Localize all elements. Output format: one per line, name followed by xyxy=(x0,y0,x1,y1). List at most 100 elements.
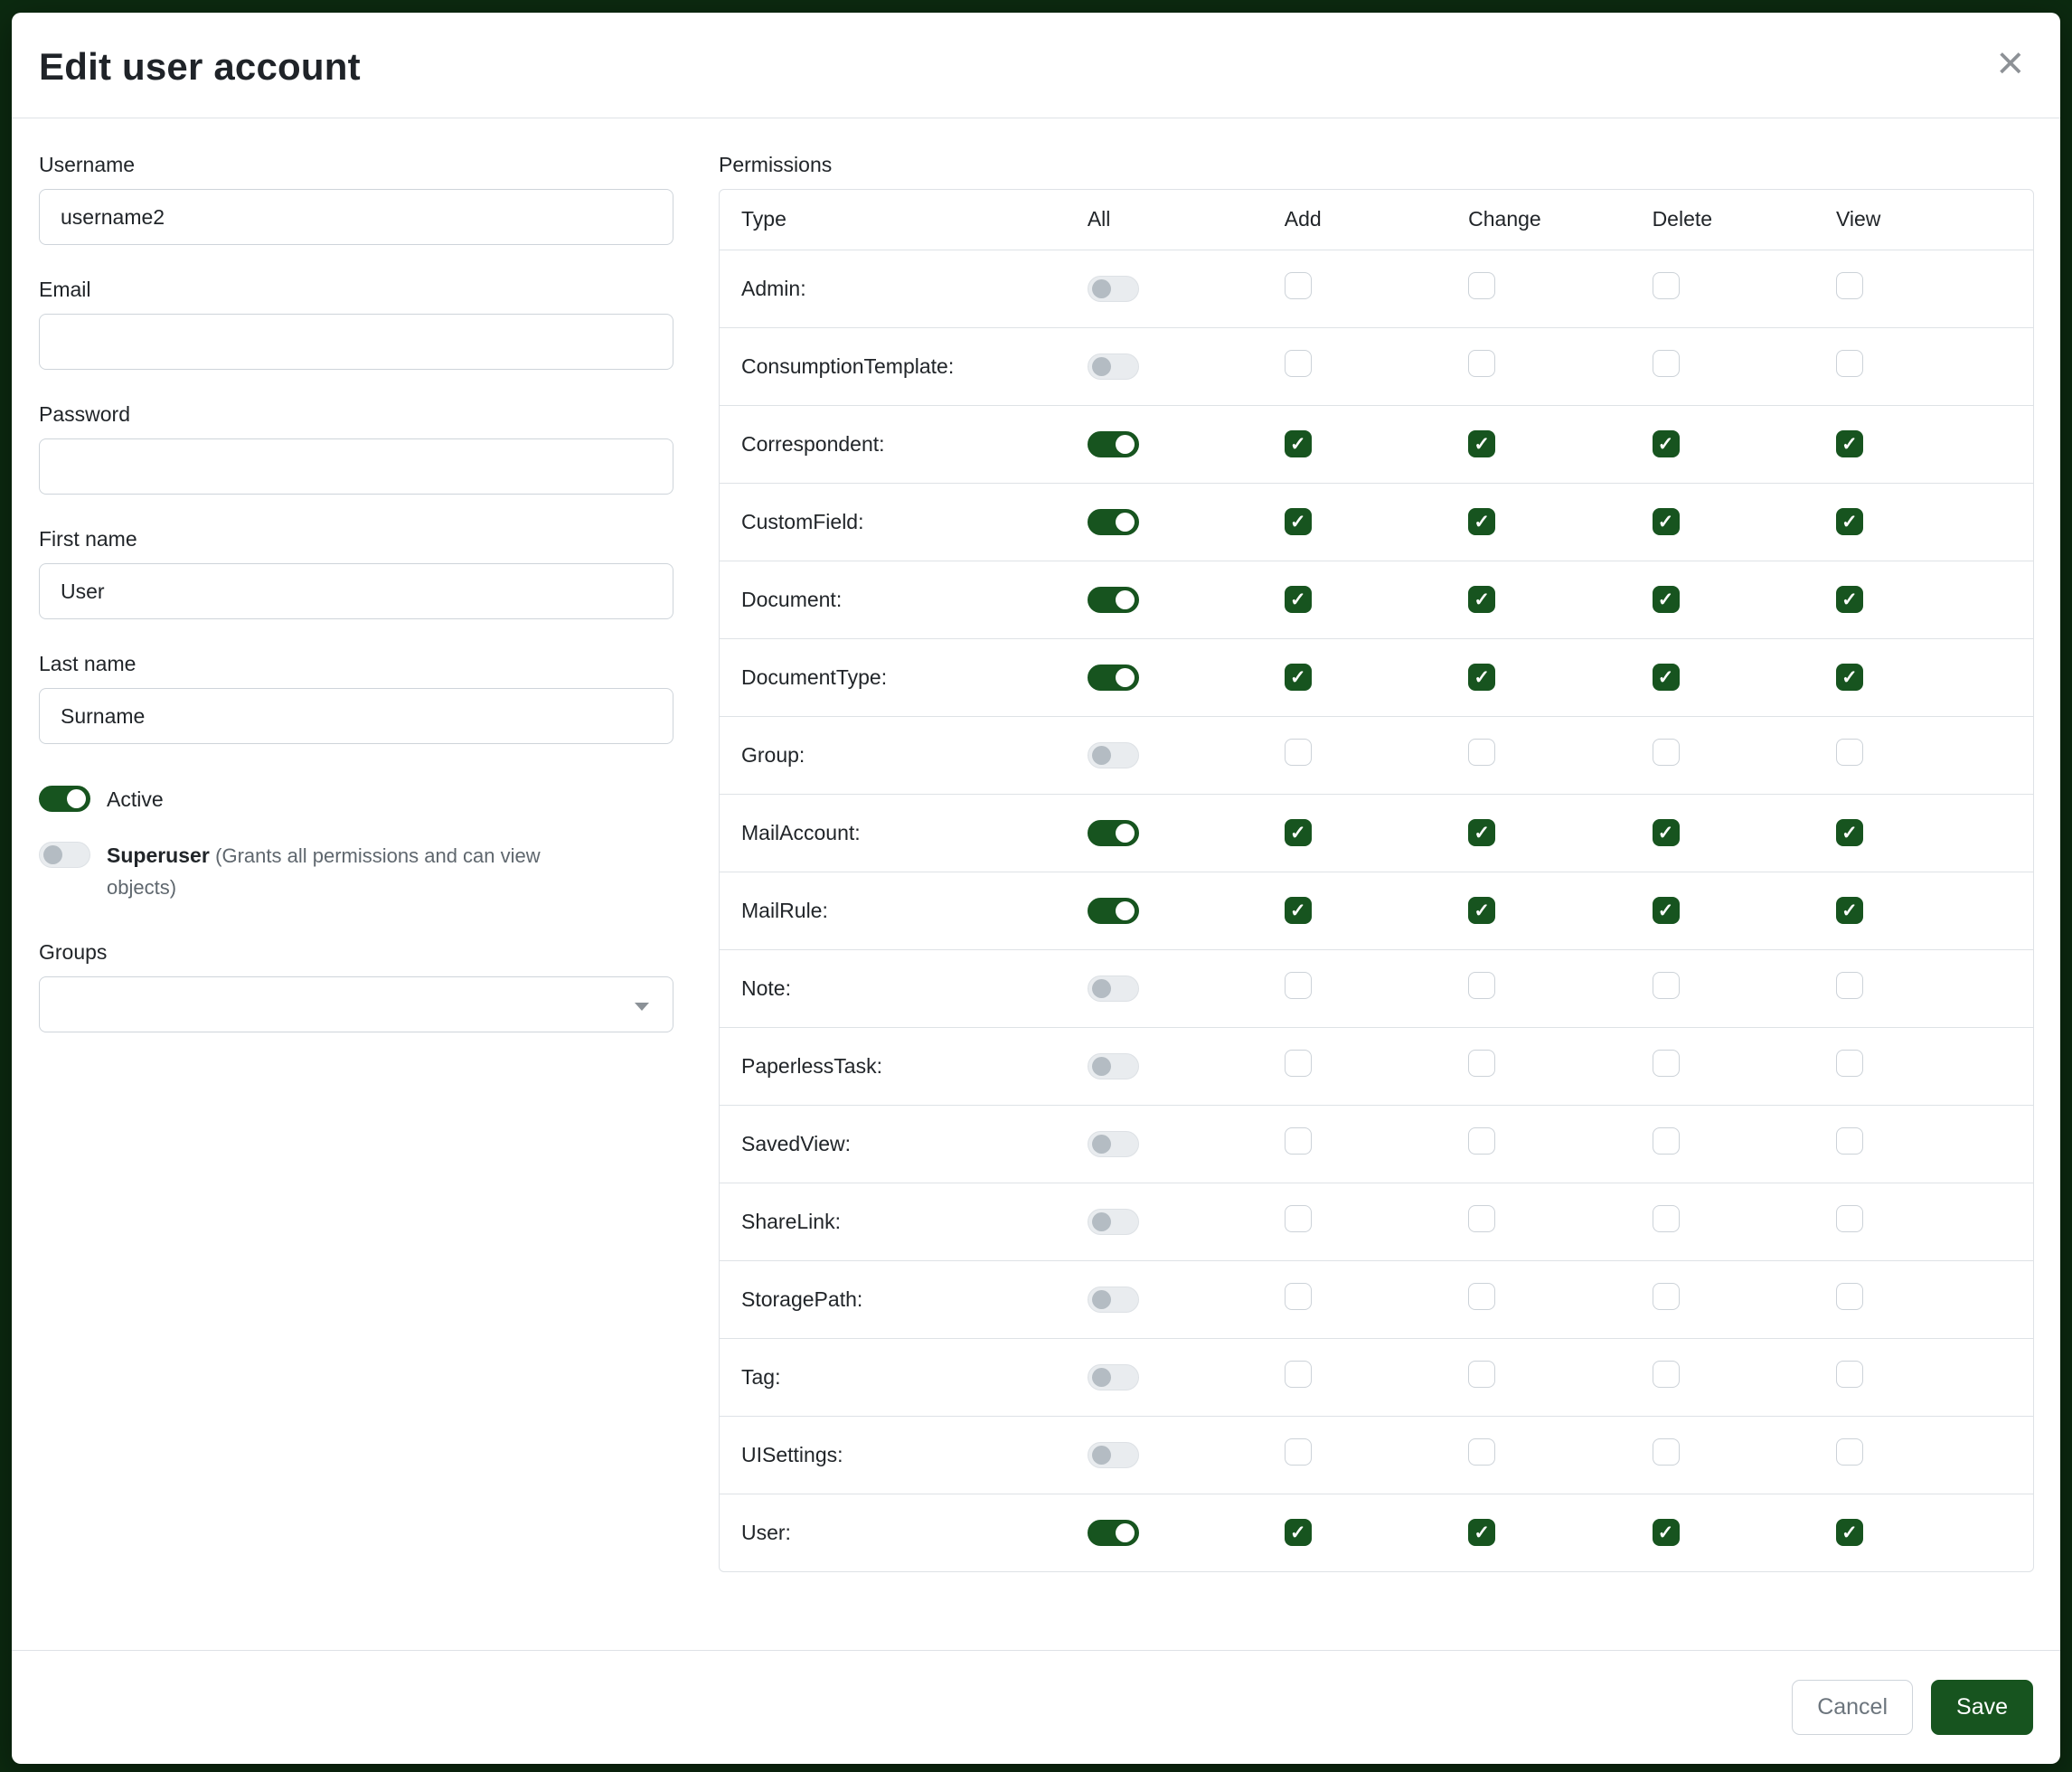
permission-add-checkbox[interactable] xyxy=(1285,1050,1312,1077)
permission-view-checkbox[interactable] xyxy=(1836,1361,1863,1388)
permission-delete-checkbox[interactable] xyxy=(1653,1438,1680,1466)
permission-add-checkbox[interactable]: ✓ xyxy=(1285,819,1312,846)
toggle-knob xyxy=(1092,979,1111,998)
permission-change-checkbox[interactable] xyxy=(1468,1283,1495,1310)
last-name-input[interactable] xyxy=(39,688,673,744)
permission-view-checkbox[interactable]: ✓ xyxy=(1836,897,1863,924)
permission-view-checkbox[interactable]: ✓ xyxy=(1836,508,1863,535)
permission-delete-checkbox[interactable] xyxy=(1653,1050,1680,1077)
permission-all-toggle[interactable] xyxy=(1088,820,1139,846)
permission-view-checkbox[interactable] xyxy=(1836,1283,1863,1310)
permission-all-toggle[interactable] xyxy=(1088,431,1139,457)
permission-all-toggle[interactable] xyxy=(1088,1442,1139,1468)
permission-add-checkbox[interactable] xyxy=(1285,1205,1312,1232)
permission-delete-checkbox[interactable] xyxy=(1653,1127,1680,1155)
permission-delete-checkbox[interactable] xyxy=(1653,272,1680,299)
permission-view-checkbox[interactable] xyxy=(1836,1438,1863,1466)
permission-change-checkbox[interactable] xyxy=(1468,350,1495,377)
permission-delete-checkbox[interactable] xyxy=(1653,1205,1680,1232)
permission-all-toggle[interactable] xyxy=(1088,587,1139,613)
permission-view-checkbox[interactable] xyxy=(1836,972,1863,999)
permission-all-toggle[interactable] xyxy=(1088,1209,1139,1235)
permission-add-checkbox[interactable]: ✓ xyxy=(1285,897,1312,924)
active-toggle[interactable] xyxy=(39,786,90,812)
permission-change-checkbox[interactable]: ✓ xyxy=(1468,508,1495,535)
permission-delete-checkbox[interactable] xyxy=(1653,972,1680,999)
permission-change-checkbox[interactable] xyxy=(1468,1127,1495,1155)
permission-all-toggle[interactable] xyxy=(1088,509,1139,535)
permission-add-checkbox[interactable]: ✓ xyxy=(1285,586,1312,613)
permission-all-toggle[interactable] xyxy=(1088,1364,1139,1390)
permission-view-checkbox[interactable] xyxy=(1836,1050,1863,1077)
permission-delete-checkbox[interactable]: ✓ xyxy=(1653,430,1680,457)
permission-view-checkbox[interactable] xyxy=(1836,350,1863,377)
email-field[interactable] xyxy=(39,314,673,370)
permission-change-checkbox[interactable] xyxy=(1468,272,1495,299)
permission-add-checkbox[interactable]: ✓ xyxy=(1285,508,1312,535)
permission-view-checkbox[interactable]: ✓ xyxy=(1836,430,1863,457)
permission-view-checkbox[interactable] xyxy=(1836,739,1863,766)
permission-add-checkbox[interactable] xyxy=(1285,1127,1312,1155)
permission-view-checkbox[interactable]: ✓ xyxy=(1836,819,1863,846)
groups-label: Groups xyxy=(39,940,673,965)
permission-change-checkbox[interactable]: ✓ xyxy=(1468,586,1495,613)
permission-all-toggle[interactable] xyxy=(1088,1287,1139,1313)
permission-change-checkbox[interactable] xyxy=(1468,1361,1495,1388)
cancel-button[interactable]: Cancel xyxy=(1792,1680,1913,1735)
save-button[interactable]: Save xyxy=(1931,1680,2033,1735)
close-icon[interactable]: × xyxy=(1992,45,2030,81)
superuser-switch-row: Superuser (Grants all permissions and ca… xyxy=(39,840,673,904)
permission-add-checkbox[interactable] xyxy=(1285,1361,1312,1388)
permission-all-toggle[interactable] xyxy=(1088,1520,1139,1546)
permission-view-checkbox[interactable]: ✓ xyxy=(1836,586,1863,613)
permission-add-checkbox[interactable] xyxy=(1285,972,1312,999)
permission-all-toggle[interactable] xyxy=(1088,276,1139,302)
permission-delete-checkbox[interactable]: ✓ xyxy=(1653,819,1680,846)
permission-delete-checkbox[interactable]: ✓ xyxy=(1653,586,1680,613)
permission-view-checkbox[interactable] xyxy=(1836,1127,1863,1155)
permission-change-checkbox[interactable]: ✓ xyxy=(1468,430,1495,457)
username-input[interactable] xyxy=(39,189,673,245)
permission-delete-checkbox[interactable] xyxy=(1653,1283,1680,1310)
permission-all-toggle[interactable] xyxy=(1088,1053,1139,1079)
permission-delete-checkbox[interactable]: ✓ xyxy=(1653,508,1680,535)
permission-view-checkbox[interactable]: ✓ xyxy=(1836,1519,1863,1546)
permission-type-label: MailAccount: xyxy=(720,794,1088,872)
permission-change-checkbox[interactable]: ✓ xyxy=(1468,819,1495,846)
permission-change-checkbox[interactable]: ✓ xyxy=(1468,664,1495,691)
permission-change-checkbox[interactable] xyxy=(1468,972,1495,999)
permission-add-checkbox[interactable] xyxy=(1285,1438,1312,1466)
permission-delete-checkbox[interactable] xyxy=(1653,1361,1680,1388)
permission-delete-checkbox[interactable]: ✓ xyxy=(1653,664,1680,691)
permission-view-checkbox[interactable] xyxy=(1836,1205,1863,1232)
permission-all-toggle[interactable] xyxy=(1088,898,1139,924)
permission-all-toggle[interactable] xyxy=(1088,742,1139,768)
permission-change-checkbox[interactable] xyxy=(1468,1205,1495,1232)
groups-select[interactable] xyxy=(39,976,673,1032)
permission-change-checkbox[interactable]: ✓ xyxy=(1468,1519,1495,1546)
permission-delete-checkbox[interactable]: ✓ xyxy=(1653,1519,1680,1546)
password-field[interactable] xyxy=(39,438,673,495)
permission-add-checkbox[interactable]: ✓ xyxy=(1285,664,1312,691)
permission-add-checkbox[interactable] xyxy=(1285,272,1312,299)
permission-delete-checkbox[interactable] xyxy=(1653,350,1680,377)
permission-all-toggle[interactable] xyxy=(1088,976,1139,1002)
permission-change-checkbox[interactable] xyxy=(1468,1050,1495,1077)
permission-view-checkbox[interactable] xyxy=(1836,272,1863,299)
permission-add-checkbox[interactable] xyxy=(1285,350,1312,377)
permission-view-checkbox[interactable]: ✓ xyxy=(1836,664,1863,691)
first-name-input[interactable] xyxy=(39,563,673,619)
permission-change-checkbox[interactable] xyxy=(1468,1438,1495,1466)
permission-change-checkbox[interactable]: ✓ xyxy=(1468,897,1495,924)
permission-all-toggle[interactable] xyxy=(1088,353,1139,380)
permission-all-toggle[interactable] xyxy=(1088,1131,1139,1157)
permission-delete-checkbox[interactable] xyxy=(1653,739,1680,766)
permission-add-checkbox[interactable]: ✓ xyxy=(1285,1519,1312,1546)
permission-add-checkbox[interactable]: ✓ xyxy=(1285,430,1312,457)
superuser-toggle[interactable] xyxy=(39,842,90,868)
permission-all-toggle[interactable] xyxy=(1088,664,1139,691)
permission-add-checkbox[interactable] xyxy=(1285,1283,1312,1310)
permission-delete-checkbox[interactable]: ✓ xyxy=(1653,897,1680,924)
permission-change-checkbox[interactable] xyxy=(1468,739,1495,766)
permission-add-checkbox[interactable] xyxy=(1285,739,1312,766)
